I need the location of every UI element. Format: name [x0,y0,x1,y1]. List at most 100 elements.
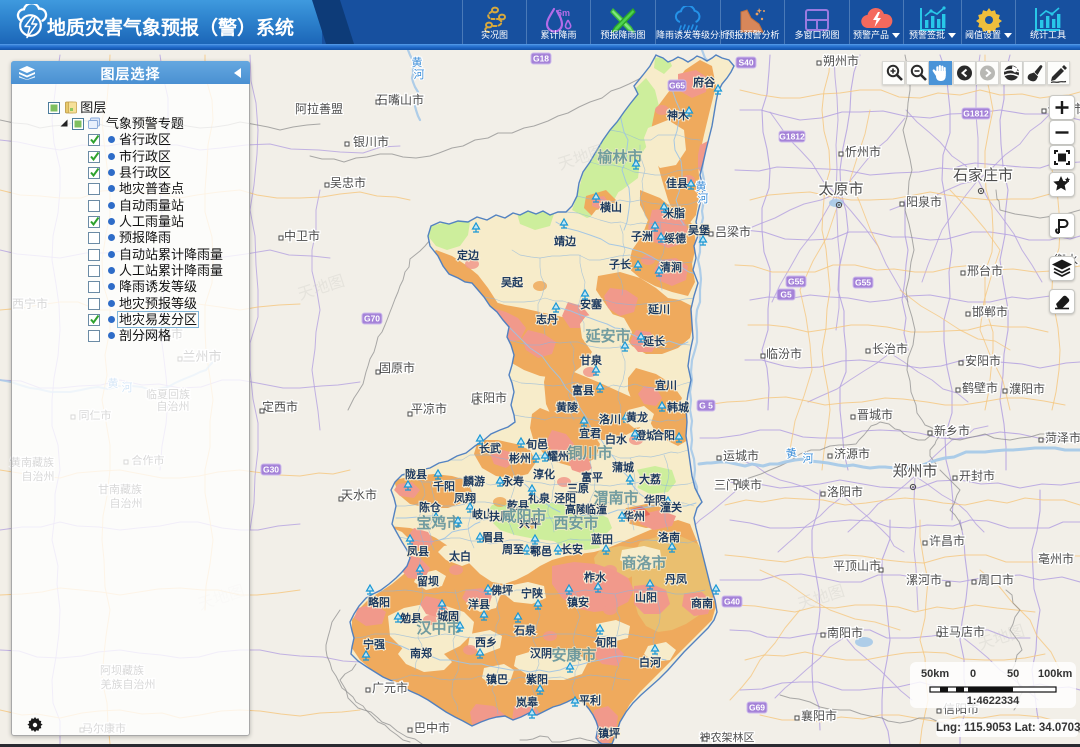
svg-text:黄: 黄 [696,179,707,193]
svg-text:长武: 长武 [479,441,501,455]
svg-text:略阳: 略阳 [368,595,390,609]
svg-text:富平: 富平 [581,470,603,484]
svg-text:石家庄市: 石家庄市 [953,166,1013,184]
svg-text:丹凤: 丹凤 [665,573,687,586]
svg-text:阳泉市: 阳泉市 [906,194,942,209]
svg-text:岚皋: 岚皋 [516,695,539,709]
svg-text:定边: 定边 [457,248,480,262]
svg-text:黄: 黄 [412,55,423,69]
svg-text:石泉: 石泉 [513,623,537,637]
svg-text:S40: S40 [738,58,753,68]
svg-text:宜川: 宜川 [655,378,677,392]
svg-text:横山: 横山 [600,200,622,214]
svg-text:渭南市: 渭南市 [593,489,638,507]
svg-text:晋城市: 晋城市 [857,407,893,422]
svg-text:邯郸市: 邯郸市 [972,304,1008,319]
svg-text:宜君: 宜君 [579,426,601,440]
svg-text:巴中市: 巴中市 [414,720,450,735]
svg-text:洛阳市: 洛阳市 [827,484,863,499]
svg-text:临汾市: 临汾市 [766,346,802,361]
svg-text:绥德: 绥德 [664,231,686,245]
svg-text:靖边: 靖边 [554,234,577,248]
svg-text:淳化: 淳化 [533,467,555,481]
svg-text:镇巴: 镇巴 [486,672,508,686]
svg-text:紫阳: 紫阳 [526,672,548,686]
svg-text:安康市: 安康市 [551,646,596,664]
svg-text:吴堡: 吴堡 [688,223,710,237]
svg-text:G70: G70 [364,314,380,324]
svg-text:天水市: 天水市 [341,487,377,502]
svg-text:南郑: 南郑 [410,646,432,660]
svg-text:周口市: 周口市 [978,572,1014,587]
svg-text:白河: 白河 [639,655,661,669]
svg-text:咸阳市: 咸阳市 [501,507,546,525]
svg-text:黄陵: 黄陵 [556,400,579,414]
svg-text:西乡: 西乡 [475,636,497,649]
svg-text:眉县: 眉县 [482,531,504,544]
svg-text:宁强: 宁强 [363,637,385,651]
svg-text:镇坪: 镇坪 [598,726,620,740]
svg-text:襄阳市: 襄阳市 [801,708,837,723]
svg-text:富县: 富县 [572,383,594,397]
svg-text:G55: G55 [788,277,804,287]
svg-text:G55: G55 [855,278,871,288]
svg-text:留坝: 留坝 [417,574,439,588]
svg-text:广元市: 广元市 [372,680,408,695]
svg-text:延川: 延川 [647,302,670,316]
svg-text:南阳市: 南阳市 [827,625,863,640]
svg-text:长安: 长安 [561,542,583,556]
svg-text:亳州市: 亳州市 [1038,551,1074,566]
svg-text:潼关: 潼关 [660,500,682,514]
svg-text:G18: G18 [533,54,549,64]
svg-text:柞水: 柞水 [584,570,607,584]
svg-text:韩城: 韩城 [667,400,689,414]
svg-text:志丹: 志丹 [536,312,558,326]
svg-text:固原市: 固原市 [379,360,415,375]
svg-text:蓝田: 蓝田 [591,532,613,546]
svg-text:旬邑: 旬邑 [525,437,548,451]
svg-text:汉阴: 汉阴 [530,646,552,660]
svg-text:洋县: 洋县 [468,597,490,611]
svg-text:彬州: 彬州 [509,451,531,465]
svg-text:凤翔: 凤翔 [454,491,476,505]
svg-text:河: 河 [414,68,425,81]
svg-text:吴忠市: 吴忠市 [330,175,366,190]
svg-text:G1812: G1812 [963,109,989,119]
svg-text:白水: 白水 [605,432,628,446]
svg-text:6m: 6m [557,8,570,18]
svg-text:鄠邑: 鄠邑 [530,544,552,558]
svg-text:华州: 华州 [623,509,645,523]
svg-text:永寿: 永寿 [501,474,524,488]
svg-text:邢台市: 邢台市 [967,263,1003,278]
svg-text:银川市: 银川市 [353,134,389,149]
svg-text:G5: G5 [780,290,792,300]
svg-text:凤县: 凤县 [407,545,429,558]
svg-text:旬阳: 旬阳 [594,635,617,649]
svg-text:运城市: 运城市 [723,448,759,463]
svg-text:陈仓: 陈仓 [419,500,442,514]
svg-text:开封市: 开封市 [959,468,995,483]
svg-text:定西市: 定西市 [262,399,298,414]
svg-text:G65: G65 [669,81,685,91]
svg-text:吕梁市: 吕梁市 [715,224,751,239]
svg-text:平顶山市: 平顶山市 [833,558,881,573]
svg-text:大荔: 大荔 [639,472,661,486]
svg-text:府谷: 府谷 [693,75,716,89]
svg-text:黄龙: 黄龙 [626,410,648,424]
svg-text:G30: G30 [263,465,279,475]
svg-text:周至: 周至 [502,543,524,556]
svg-text:耀州: 耀州 [547,449,569,463]
svg-text:商南: 商南 [691,596,713,610]
svg-text:神农架林区: 神农架林区 [700,730,755,744]
svg-text:山阳: 山阳 [635,590,657,604]
svg-text:河: 河 [698,192,709,205]
svg-text:濮阳市: 濮阳市 [1009,381,1045,396]
svg-text:千阳: 千阳 [433,479,455,493]
svg-text:许昌市: 许昌市 [929,533,965,548]
svg-text:商洛市: 商洛市 [621,554,666,572]
svg-text:G 5: G 5 [699,401,713,411]
svg-text:铜川市: 铜川市 [567,444,612,462]
svg-text:忻州市: 忻州市 [845,144,881,159]
svg-text:佛坪: 佛坪 [490,583,513,597]
svg-text:延安市: 延安市 [584,327,630,345]
